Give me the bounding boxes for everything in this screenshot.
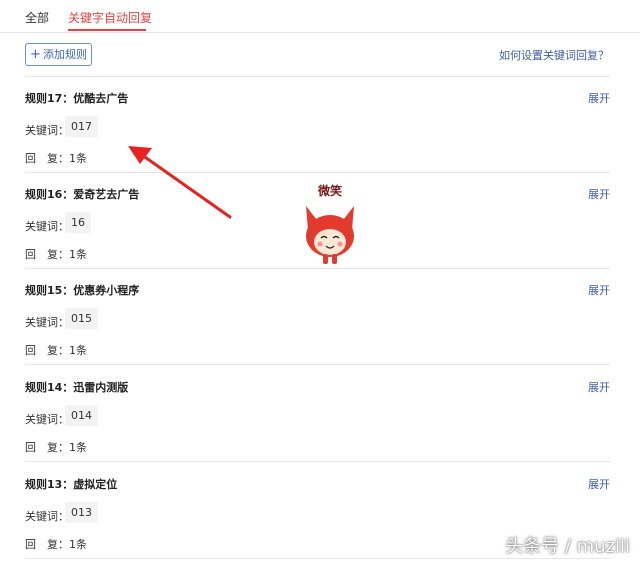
annotation-arrow xyxy=(128,146,232,219)
sticker-caption: 微笑 xyxy=(317,183,342,198)
watermark: 头条号 / muzili xyxy=(505,536,630,557)
smile-fox-sticker: 微笑 xyxy=(298,180,362,270)
